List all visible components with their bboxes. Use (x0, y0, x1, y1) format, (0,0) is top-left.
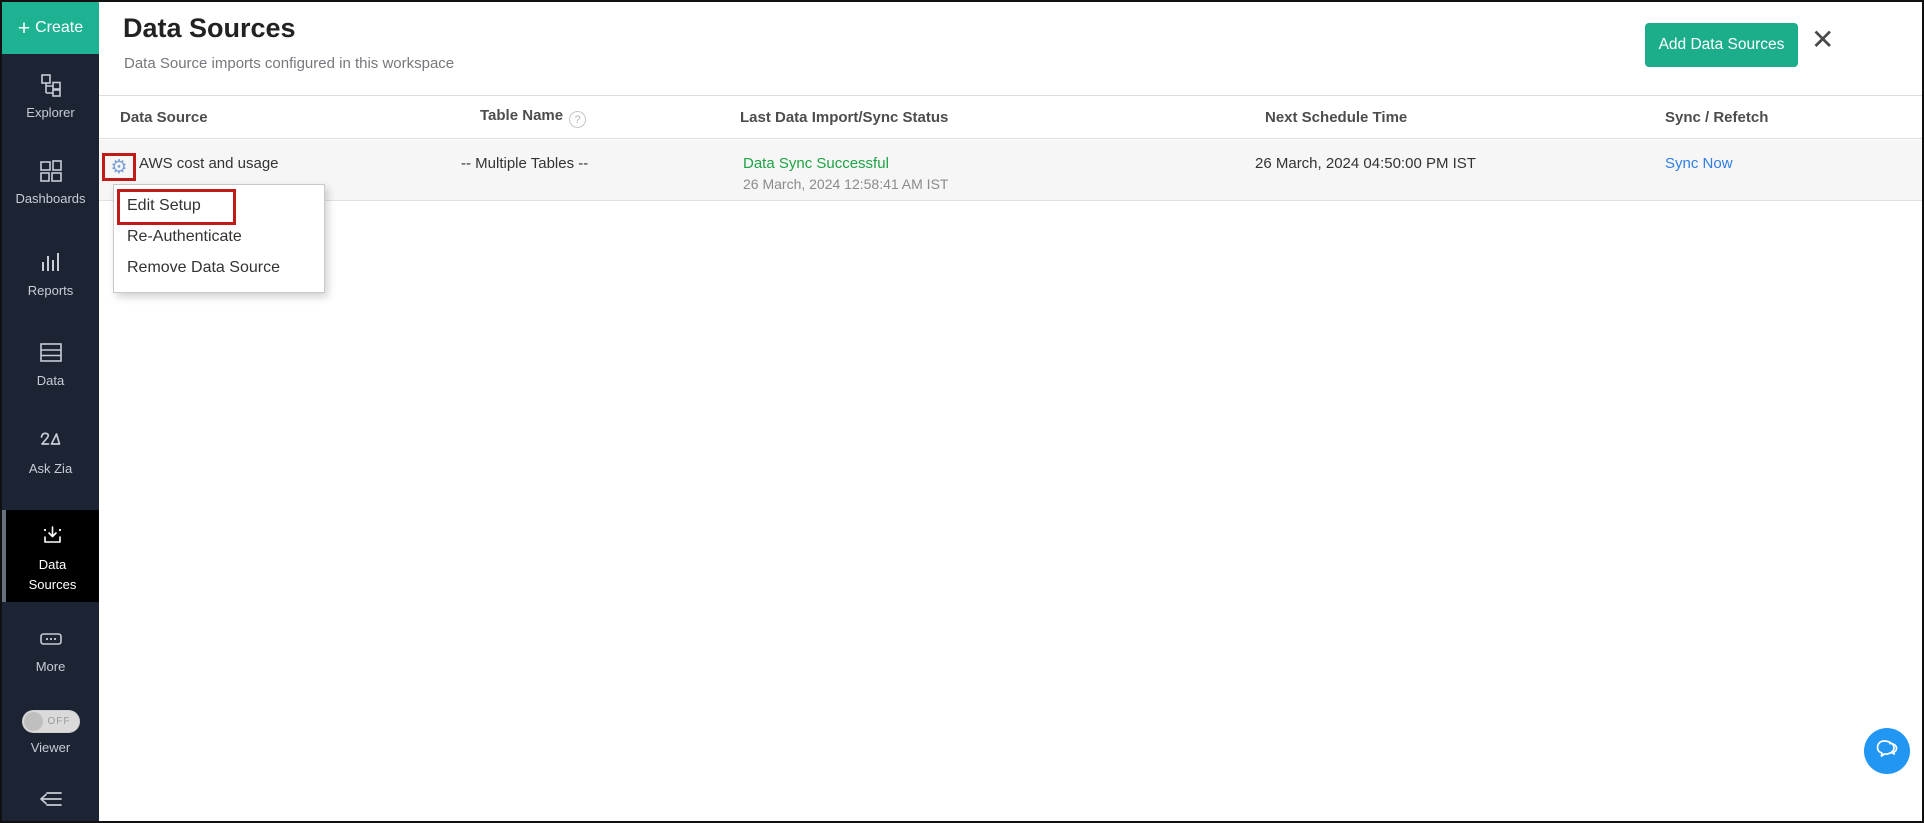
chat-bubbles-icon (1873, 735, 1901, 768)
viewer-toggle[interactable]: OFF (21, 710, 80, 733)
sidebar-item-label: Data (36, 373, 65, 388)
column-header-label: Table Name (480, 106, 564, 124)
data-table-icon (2, 340, 99, 367)
cell-last-status: Data Sync Successful 26 March, 2024 12:5… (740, 140, 1255, 200)
sidebar-item-label: Reports (27, 283, 74, 298)
dashboards-icon (2, 158, 99, 185)
page-subtitle: Data Source imports configured in this w… (124, 55, 455, 72)
chat-support-button[interactable] (1864, 728, 1910, 774)
more-ellipsis-icon (2, 626, 99, 653)
sidebar-item-explorer[interactable]: Explorer (2, 72, 99, 121)
sidebar-item-label: Ask Zia (28, 461, 73, 476)
sidebar: + Create Explorer Dashboards Reports Dat… (2, 2, 99, 821)
sync-status-timestamp: 26 March, 2024 12:58:41 AM IST (743, 176, 949, 192)
sidebar-item-label: More (35, 659, 66, 674)
close-icon[interactable]: ✕ (1811, 26, 1834, 54)
row-settings-gear-icon[interactable]: ⚙ (110, 157, 127, 177)
cell-table-name: -- Multiple Tables -- (461, 155, 589, 172)
sync-now-link[interactable]: Sync Now (1665, 155, 1733, 172)
column-header-sync-refetch: Sync / Refetch (1665, 108, 1769, 126)
plus-icon: + (17, 16, 31, 40)
sidebar-item-dashboards[interactable]: Dashboards (2, 158, 99, 207)
sidebar-item-label: Data Sources (28, 557, 77, 592)
sidebar-item-label: Explorer (26, 105, 75, 120)
menu-item-re-authenticate[interactable]: Re-Authenticate (114, 221, 324, 252)
create-button[interactable]: + Create (2, 2, 99, 54)
menu-item-edit-setup[interactable]: Edit Setup (114, 190, 324, 221)
sidebar-item-label: Dashboards (15, 191, 86, 206)
sync-status-text: Data Sync Successful (743, 155, 889, 172)
sidebar-item-reports[interactable]: Reports (2, 250, 99, 299)
ask-zia-icon (2, 428, 99, 455)
explorer-icon (2, 72, 99, 99)
create-button-label: Create (35, 19, 84, 36)
row-context-menu: Edit Setup Re-Authenticate Remove Data S… (113, 184, 325, 293)
toggle-state-label: OFF (47, 716, 71, 727)
column-header-next-schedule: Next Schedule Time (1265, 108, 1408, 126)
column-header-last-status: Last Data Import/Sync Status (740, 108, 949, 126)
collapse-arrow-icon (36, 792, 66, 812)
data-sources-icon (6, 523, 99, 550)
collapse-sidebar-button[interactable] (2, 790, 99, 813)
page-title: Data Sources (123, 13, 296, 43)
reports-icon (2, 250, 99, 277)
help-icon[interactable]: ? (569, 110, 587, 128)
sidebar-item-data-sources[interactable]: Data Sources (2, 510, 99, 602)
viewer-toggle-item: OFF Viewer (2, 710, 99, 756)
viewer-label: Viewer (30, 740, 71, 755)
sidebar-item-data[interactable]: Data (2, 340, 99, 389)
column-header-data-source: Data Source (120, 108, 208, 126)
table-row: ⚙ AWS cost and usage -- Multiple Tables … (99, 140, 1922, 201)
toggle-knob (23, 712, 43, 731)
sidebar-item-ask-zia[interactable]: Ask Zia (2, 428, 99, 477)
add-data-sources-button[interactable]: Add Data Sources (1645, 23, 1798, 67)
main-panel: Data Sources Data Source imports configu… (99, 2, 1922, 821)
annotation-gear-highlight: ⚙ (102, 153, 136, 181)
app-window: + Create Explorer Dashboards Reports Dat… (0, 0, 1924, 823)
menu-item-remove-data-source[interactable]: Remove Data Source (114, 252, 324, 283)
sidebar-item-more[interactable]: More (2, 626, 99, 675)
cell-next-schedule-time: 26 March, 2024 04:50:00 PM IST (1255, 155, 1476, 172)
column-header-table-name: Table Name? (461, 107, 740, 128)
cell-sync-refetch: Sync Now (1665, 140, 1922, 200)
table-header-row: Data Source Table Name? Last Data Import… (99, 95, 1922, 139)
